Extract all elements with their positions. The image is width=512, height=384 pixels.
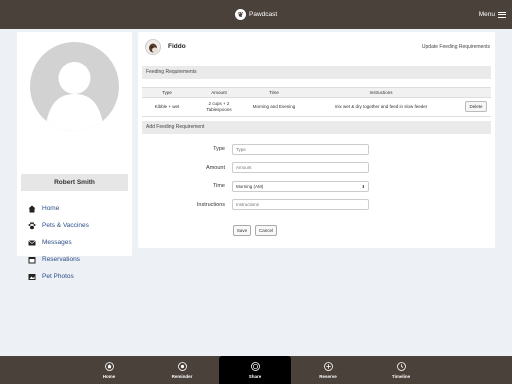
- delete-button[interactable]: Delete: [465, 101, 487, 112]
- tab-label: Reserve: [319, 373, 337, 379]
- sidebar-item-label: Home: [42, 205, 60, 212]
- profile-sidebar: Robert Smith Home Pets & Vaccines Messag…: [17, 32, 132, 280]
- instructions-label: Instructions: [196, 202, 225, 208]
- save-button[interactable]: Save: [233, 225, 251, 236]
- row-amount: 2 cups + 2 Tablespoons: [194, 98, 244, 116]
- brand[interactable]: ❦ Pawdcast: [235, 9, 277, 20]
- calendar-icon: [27, 255, 36, 264]
- share-icon: [250, 361, 260, 371]
- sidebar-item-pet-photos[interactable]: Pet Photos: [27, 268, 89, 285]
- tab-home[interactable]: Home: [73, 356, 145, 384]
- photo-icon: [27, 272, 36, 281]
- instructions-input[interactable]: [232, 199, 369, 210]
- tab-label: Reminder: [171, 373, 193, 379]
- add-feeding-header: Add Feeding Requirement: [142, 121, 491, 134]
- paw-logo-icon: ❦: [235, 9, 246, 20]
- menu-button[interactable]: Menu: [479, 11, 506, 18]
- select-arrows-icon: ⬍: [361, 184, 365, 189]
- bottom-tab-bar: Home Reminder Share Reserve Timeline: [0, 356, 512, 384]
- paw-icon: [27, 221, 36, 230]
- pet-name: Fiddo: [168, 43, 186, 50]
- amount-input[interactable]: [232, 162, 369, 173]
- time-select-value: Morning (AM): [236, 184, 264, 189]
- sidebar-item-label: Pets & Vaccines: [42, 222, 89, 229]
- cancel-button[interactable]: Cancel: [255, 225, 277, 236]
- type-label: Type: [213, 146, 225, 152]
- sidebar-nav: Home Pets & Vaccines Messages Reservatio…: [27, 200, 89, 285]
- feeding-card: Fiddo Update Feeding Requirements Feedin…: [138, 32, 495, 248]
- sidebar-item-label: Reservations: [42, 256, 80, 263]
- update-feeding-link[interactable]: Update Feeding Requirements: [422, 44, 490, 50]
- sidebar-item-reservations[interactable]: Reservations: [27, 251, 89, 268]
- tab-label: Share: [248, 373, 262, 379]
- clock-icon: [396, 361, 406, 371]
- tab-label: Timeline: [391, 373, 411, 379]
- row-instructions: mix wet & dry together and feed in slow …: [334, 104, 428, 110]
- pet-avatar: [145, 39, 161, 55]
- sidebar-item-label: Pet Photos: [42, 273, 74, 280]
- column-header-type: Type: [162, 89, 172, 95]
- person-silhouette-icon: [45, 62, 104, 131]
- sidebar-item-messages[interactable]: Messages: [27, 234, 89, 251]
- envelope-icon: [27, 238, 36, 247]
- app-name: Pawdcast: [249, 11, 278, 18]
- top-bar: ❦ Pawdcast Menu: [0, 0, 512, 29]
- hamburger-icon: [498, 11, 506, 18]
- tab-reserve[interactable]: Reserve: [292, 356, 364, 384]
- column-header-instructions: Instructions: [369, 89, 393, 95]
- username: Robert Smith: [21, 174, 128, 191]
- row-time: Morning and Evening: [252, 104, 296, 110]
- tab-timeline[interactable]: Timeline: [365, 356, 437, 384]
- home-icon: [27, 204, 36, 213]
- time-select[interactable]: Morning (AM) ⬍: [232, 181, 369, 192]
- table-header: Type Amount Time Instructions: [142, 87, 491, 98]
- tab-label: Home: [102, 373, 116, 379]
- time-label: Time: [212, 183, 225, 189]
- table-row: Kibble + wet 2 cups + 2 Tablespoons Morn…: [142, 98, 491, 117]
- column-header-amount: Amount: [211, 89, 227, 95]
- tab-share[interactable]: Share: [219, 356, 291, 384]
- plus-circle-icon: [323, 361, 333, 371]
- tab-reminder[interactable]: Reminder: [146, 356, 218, 384]
- sidebar-item-home[interactable]: Home: [27, 200, 89, 217]
- reminder-icon: [177, 361, 187, 371]
- feeding-requirements-header: Feeding Requirements: [142, 66, 491, 79]
- sidebar-item-label: Messages: [42, 239, 72, 246]
- row-type: Kibble + wet: [154, 104, 180, 110]
- home-circle-icon: [104, 361, 114, 371]
- row-amount-line2: Tablespoons: [206, 107, 232, 112]
- column-header-time: Time: [269, 89, 279, 95]
- avatar: [30, 42, 119, 131]
- sidebar-item-pets[interactable]: Pets & Vaccines: [27, 217, 89, 234]
- amount-label: Amount: [206, 165, 225, 171]
- menu-label: Menu: [478, 11, 495, 18]
- type-input[interactable]: [232, 144, 369, 155]
